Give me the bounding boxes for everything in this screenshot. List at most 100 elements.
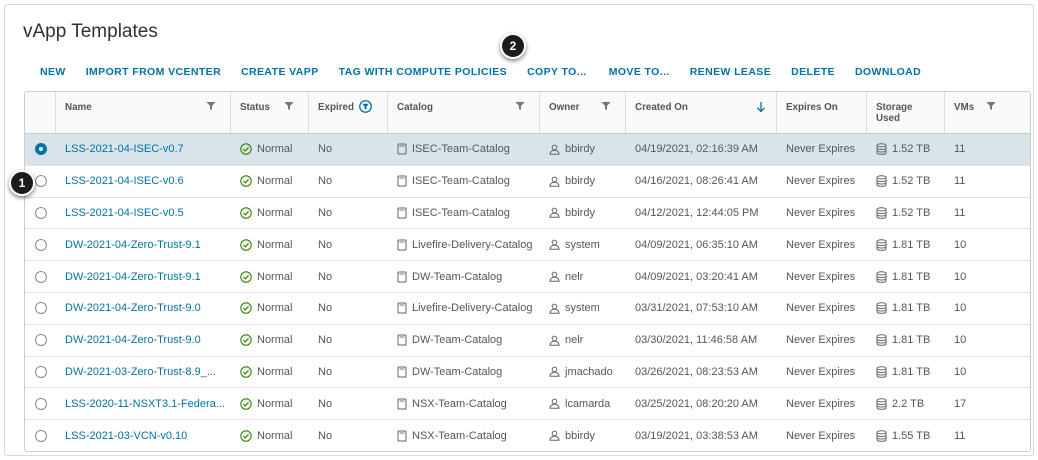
owner-text: jmachado — [565, 365, 613, 378]
download-button[interactable]: DOWNLOAD — [845, 66, 931, 78]
column-header-expired[interactable]: Expired — [309, 92, 388, 133]
user-icon — [549, 176, 560, 187]
create-vapp-button[interactable]: CREATE VAPP — [231, 66, 329, 78]
column-label: VMs — [954, 102, 975, 113]
row-radio-button[interactable] — [34, 302, 47, 315]
row-select-cell — [25, 293, 56, 324]
owner-text: bbirdy — [565, 429, 595, 442]
row-radio-button[interactable] — [34, 429, 47, 442]
status-text: Normal — [257, 238, 293, 251]
import-from-vcenter-button[interactable]: IMPORT FROM VCENTER — [76, 66, 231, 78]
column-header-vms[interactable]: VMs — [945, 92, 1010, 133]
column-label: Storage — [876, 102, 913, 113]
owner-text: system — [565, 302, 600, 315]
name-cell: DW-2021-04-Zero-Trust-9.0 — [56, 293, 231, 324]
storage-text: 1.52 TB — [892, 206, 931, 219]
column-header-expires-on[interactable]: Expires On — [777, 92, 867, 133]
table-row[interactable]: LSS-2021-04-ISEC-v0.6 Normal No ISEC-Tea… — [25, 166, 1030, 198]
filter-icon[interactable] — [284, 101, 294, 111]
row-select-cell — [25, 357, 56, 388]
column-header-status[interactable]: Status — [231, 92, 309, 133]
page-title: vApp Templates — [23, 21, 158, 42]
row-select-cell — [25, 420, 56, 451]
row-radio-button[interactable] — [34, 206, 47, 219]
table-header: Name Status Expired Catalog Owner Create… — [25, 92, 1030, 134]
copy-to-button[interactable]: COPY TO... — [517, 66, 597, 78]
filter-icon[interactable] — [601, 101, 611, 111]
vms-cell: 11 — [945, 134, 1010, 165]
status-text: Normal — [257, 175, 293, 188]
template-name-link[interactable]: DW-2021-04-Zero-Trust-9.1 — [65, 239, 201, 251]
owner-text: lcamarda — [565, 397, 611, 410]
filter-icon[interactable] — [206, 101, 216, 111]
storage-disk-icon — [876, 334, 887, 346]
user-icon — [549, 144, 560, 155]
filter-icon[interactable] — [515, 101, 525, 111]
owner-text: bbirdy — [565, 143, 595, 156]
column-header-owner[interactable]: Owner — [540, 92, 626, 133]
row-radio-button[interactable] — [34, 238, 47, 251]
column-header-catalog[interactable]: Catalog — [388, 92, 540, 133]
row-radio-button[interactable] — [34, 143, 47, 156]
expires-text: Never Expires — [786, 206, 856, 219]
check-circle-icon — [240, 239, 252, 251]
table-row[interactable]: LSS-2020-11-NSXT3.1-Federa... Normal No … — [25, 388, 1030, 421]
renew-lease-button[interactable]: RENEW LEASE — [680, 66, 781, 78]
row-radio-button[interactable] — [34, 270, 47, 283]
row-radio-button[interactable] — [34, 334, 47, 347]
column-header-storage-used[interactable]: Storage Used — [867, 92, 945, 133]
status-text: Normal — [257, 270, 293, 283]
expires-cell: Never Expires — [777, 357, 867, 388]
catalog-text: NSX-Team-Catalog — [412, 429, 507, 442]
template-name-link[interactable]: LSS-2020-11-NSXT3.1-Federa... — [65, 398, 225, 410]
expired-text: No — [318, 238, 333, 251]
table-row[interactable]: DW-2021-04-Zero-Trust-9.1 Normal No DW-T… — [25, 261, 1030, 293]
table-row[interactable]: LSS-2021-04-ISEC-v0.7 Normal No ISEC-Tea… — [25, 134, 1030, 166]
storage-text: 1.55 TB — [892, 429, 931, 442]
tag-with-compute-policies-button[interactable]: TAG WITH COMPUTE POLICIES — [329, 66, 517, 78]
filter-icon[interactable] — [986, 101, 996, 111]
template-name-link[interactable]: LSS-2021-03-VCN-v0.10 — [65, 430, 187, 442]
catalog-text: DW-Team-Catalog — [412, 270, 503, 283]
move-to-button[interactable]: MOVE TO... — [599, 66, 680, 78]
storage-cell: 1.81 TB — [867, 357, 945, 388]
new-button[interactable]: NEW — [30, 66, 76, 78]
template-name-link[interactable]: LSS-2021-04-ISEC-v0.6 — [65, 175, 184, 187]
template-name-link[interactable]: LSS-2021-04-ISEC-v0.7 — [65, 143, 184, 155]
table-row[interactable]: DW-2021-04-Zero-Trust-9.0 Normal No Live… — [25, 293, 1030, 325]
catalog-text: Livefire-Delivery-Catalog — [412, 302, 533, 315]
row-radio-button[interactable] — [34, 365, 47, 378]
template-name-link[interactable]: DW-2021-04-Zero-Trust-9.0 — [65, 334, 201, 346]
row-radio-button[interactable] — [34, 397, 47, 410]
vms-text: 11 — [954, 429, 966, 442]
check-circle-icon — [240, 334, 252, 346]
template-name-link[interactable]: DW-2021-04-Zero-Trust-9.0 — [65, 302, 201, 314]
delete-button[interactable]: DELETE — [781, 66, 845, 78]
created-cell: 03/19/2021, 03:38:53 AM — [626, 420, 777, 451]
owner-text: bbirdy — [565, 175, 595, 188]
table-row[interactable]: LSS-2021-04-ISEC-v0.5 Normal No ISEC-Tea… — [25, 198, 1030, 230]
template-name-link[interactable]: LSS-2021-04-ISEC-v0.5 — [65, 207, 184, 219]
expires-cell: Never Expires — [777, 388, 867, 419]
status-cell: Normal — [231, 293, 309, 324]
column-header-created-on[interactable]: Created On — [626, 92, 777, 133]
filter-active-icon[interactable] — [359, 100, 372, 113]
name-cell: LSS-2021-04-ISEC-v0.7 — [56, 134, 231, 165]
sort-down-arrow-icon[interactable] — [756, 101, 766, 113]
table-row[interactable]: DW-2021-04-Zero-Trust-9.0 Normal No DW-T… — [25, 325, 1030, 357]
template-name-link[interactable]: DW-2021-04-Zero-Trust-9.1 — [65, 271, 201, 283]
user-icon — [549, 398, 560, 410]
table-row[interactable]: DW-2021-03-Zero-Trust-8.9_... Normal No … — [25, 357, 1030, 389]
expires-cell: Never Expires — [777, 229, 867, 260]
status-text: Normal — [257, 397, 293, 410]
created-cell: 04/16/2021, 08:26:41 AM — [626, 166, 777, 197]
table-row[interactable]: LSS-2021-03-VCN-v0.10 Normal No NSX-Team… — [25, 420, 1030, 451]
column-label: Catalog — [397, 102, 433, 113]
row-select-cell — [25, 261, 56, 292]
owner-text: bbirdy — [565, 206, 595, 219]
vms-cell: 10 — [945, 357, 1010, 388]
row-radio-button[interactable] — [34, 175, 47, 188]
column-header-name[interactable]: Name — [56, 92, 231, 133]
template-name-link[interactable]: DW-2021-03-Zero-Trust-8.9_... — [65, 366, 216, 378]
table-row[interactable]: DW-2021-04-Zero-Trust-9.1 Normal No Live… — [25, 229, 1030, 262]
